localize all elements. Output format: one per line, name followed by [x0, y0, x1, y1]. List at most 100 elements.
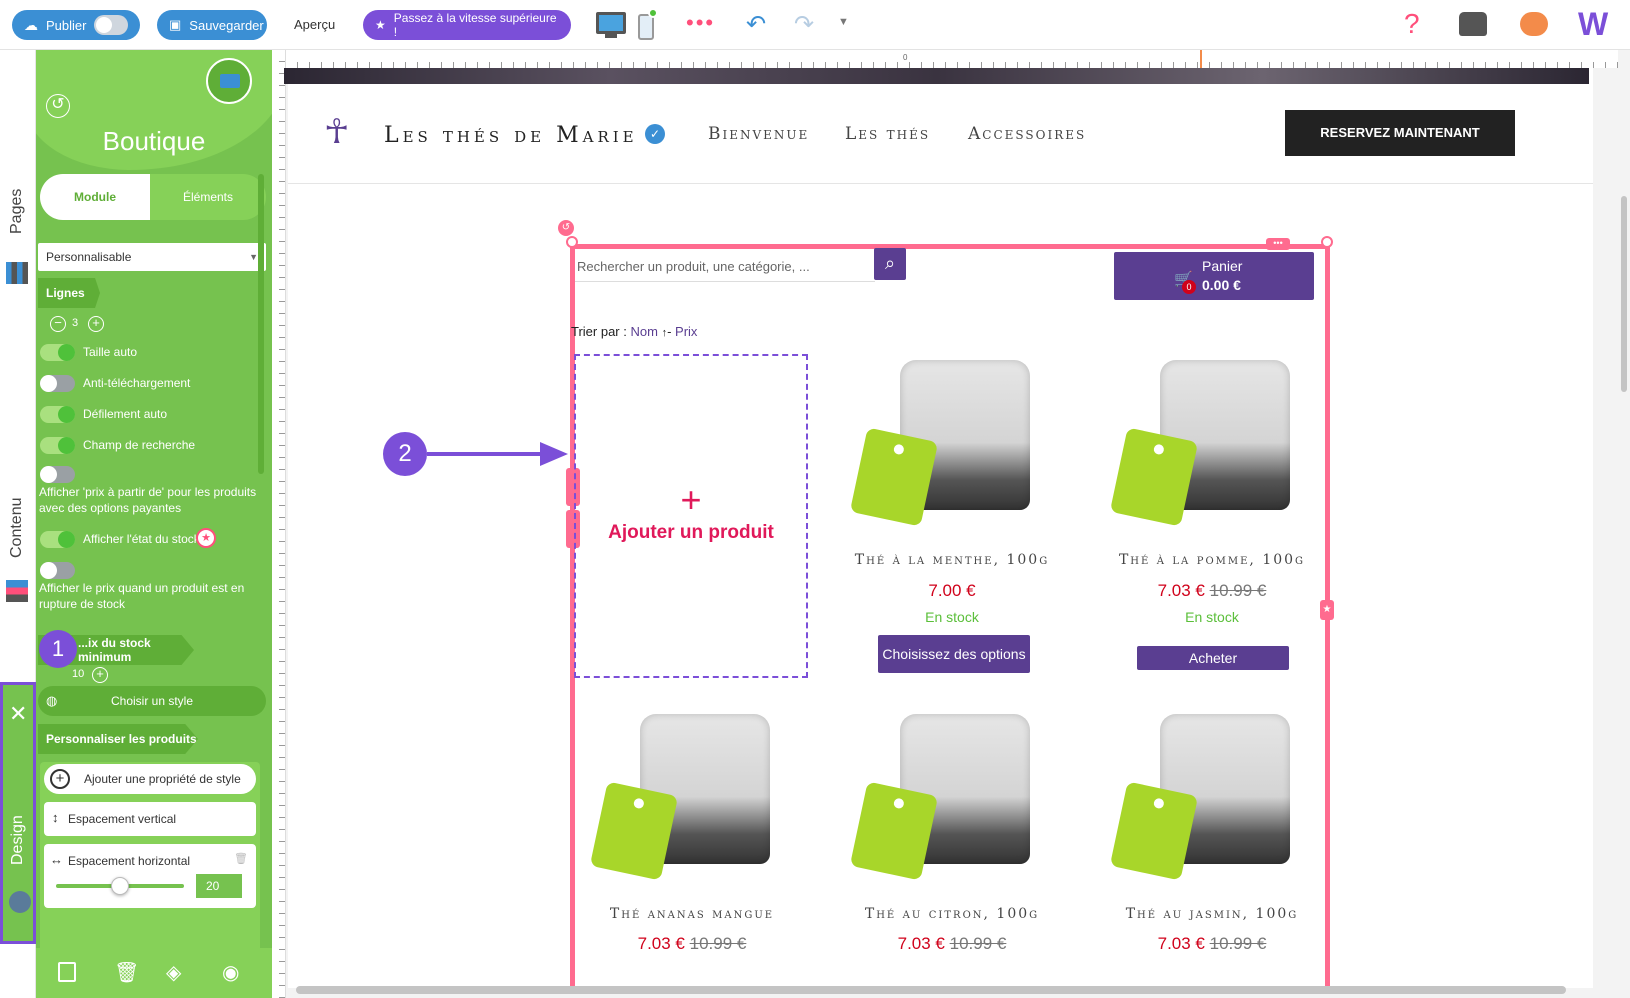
product-title[interactable]: Thé au citron, 100g [852, 906, 1052, 922]
sort-by-price[interactable]: Prix [675, 324, 697, 339]
product-price: 7.03 € [637, 934, 685, 953]
palette-icon [9, 891, 31, 913]
layout-select[interactable]: Personnalisable ▼ [38, 243, 266, 271]
product-image-apple[interactable] [1109, 354, 1312, 554]
tab-module[interactable]: Module [40, 174, 150, 220]
selection-frame-top [570, 244, 1330, 249]
cart-count-badge: 0 [1182, 280, 1196, 294]
ruler-marker [1200, 50, 1202, 68]
layers-icon[interactable]: ◈ [166, 960, 181, 985]
frame-handle-tr[interactable] [1321, 236, 1333, 248]
chat-icon[interactable] [1520, 12, 1548, 36]
tea-tag-shape [1109, 781, 1199, 881]
toggle-anti-download-label: Anti-téléchargement [83, 376, 191, 390]
nav-item-accessories[interactable]: Accessoires [968, 124, 1086, 144]
toggle-price-out-of-stock[interactable] [40, 562, 75, 579]
rotate-handle-icon[interactable]: ↺ [558, 220, 574, 236]
duplicate-icon[interactable] [58, 962, 76, 982]
choose-style-button[interactable]: ◍ Choisir un style [38, 686, 266, 716]
rows-increment-icon[interactable]: + [88, 316, 104, 332]
tea-tag-shape [849, 427, 939, 527]
history-dropdown-icon[interactable]: ▼ [838, 16, 849, 28]
horizontal-spacing-value[interactable]: 20 [196, 874, 242, 898]
product-old-price: 10.99 € [1209, 934, 1267, 953]
frame-handle-tl[interactable] [566, 236, 578, 248]
nav-item-welcome[interactable]: Bienvenue [708, 124, 809, 144]
design-tab[interactable]: Design [9, 815, 27, 865]
add-product-tile[interactable]: + Ajouter un produit [574, 354, 808, 678]
design-tab-highlight[interactable]: ✕ Design [0, 682, 36, 944]
pages-tab[interactable]: Pages [8, 189, 26, 234]
desktop-stand-icon [605, 34, 617, 38]
product-title[interactable]: Thé ananas mangue [592, 906, 792, 922]
site-brand[interactable]: Les thés de Marie [384, 123, 638, 148]
module-menu-icon[interactable]: ••• [1266, 238, 1290, 250]
top-toolbar: ☁ Publier ▣ Sauvegarder Aperçu ★ Passez … [0, 0, 1630, 50]
search-icon[interactable]: ⌕ [874, 248, 906, 280]
eye-icon[interactable]: ◉ [222, 960, 239, 985]
publish-button[interactable]: ☁ Publier [12, 10, 140, 40]
choose-options-button[interactable]: Choisissez des options [878, 635, 1030, 673]
horizontal-scrollbar[interactable] [296, 986, 1566, 994]
close-icon[interactable]: ✕ [9, 701, 27, 727]
palette-small-icon: ◍ [46, 693, 58, 708]
panel-title: Boutique [102, 126, 206, 156]
add-style-property-button[interactable]: + Ajouter une propriété de style [44, 764, 256, 794]
stock-min-increment-icon[interactable]: + [92, 667, 108, 683]
product-image-lemon[interactable] [849, 708, 1052, 908]
product-search-input[interactable]: Rechercher un produit, une catégorie, ..… [575, 252, 875, 282]
vertical-spacing-row[interactable]: ↕ Espacement vertical [44, 802, 256, 836]
w-logo-icon[interactable]: W [1578, 6, 1608, 43]
blocks-icon[interactable] [6, 580, 28, 602]
add-circle-icon: + [50, 769, 70, 789]
more-dots-icon[interactable]: ••• [686, 10, 715, 36]
content-tab[interactable]: Contenu [8, 498, 26, 559]
cart-button[interactable]: 🛒 0 Panier 0.00 € [1114, 252, 1314, 300]
panel-scrollbar[interactable] [258, 174, 264, 474]
product-title[interactable]: Thé à la pomme, 100g [1112, 552, 1312, 568]
vertical-spacing-label: Espacement vertical [68, 812, 177, 826]
library-icon[interactable] [6, 262, 28, 284]
undo-icon[interactable]: ↶ [746, 10, 766, 39]
back-icon[interactable]: ↺ [46, 94, 70, 118]
product-price: 7.03 € [1157, 581, 1205, 600]
cart-module-icon [206, 58, 252, 104]
product-image-jasmine[interactable] [1109, 708, 1312, 908]
rows-decrement-icon[interactable]: − [50, 316, 66, 332]
toggle-stock-state[interactable] [40, 531, 75, 548]
favorite-handle-icon[interactable]: ★ [1320, 600, 1334, 620]
save-button[interactable]: ▣ Sauvegarder [157, 10, 267, 40]
redo-icon[interactable]: ↷ [794, 10, 814, 39]
toggle-price-from[interactable] [40, 466, 75, 483]
product-price: 7.03 € [897, 934, 945, 953]
horizontal-spacing-label: Espacement horizontal [68, 854, 191, 868]
upgrade-button[interactable]: ★ Passez à la vitesse supérieure ! [363, 10, 571, 40]
desktop-view-icon[interactable] [596, 12, 626, 34]
toggle-search-field[interactable] [40, 437, 75, 454]
help-icon[interactable]: ? [1404, 8, 1420, 40]
toggle-auto-size[interactable] [40, 344, 75, 361]
binoculars-icon[interactable] [1459, 12, 1487, 36]
slider-thumb[interactable] [111, 877, 129, 895]
nav-item-teas[interactable]: Les thés [845, 124, 930, 144]
tab-elements[interactable]: Éléments [150, 174, 266, 220]
trash-icon[interactable]: 🗑 [114, 960, 139, 985]
product-image-mint[interactable] [849, 354, 1052, 554]
toggle-auto-scroll[interactable] [40, 406, 75, 423]
choose-style-label: Choisir un style [110, 694, 194, 708]
product-stock: En stock [1185, 609, 1239, 625]
delete-property-icon[interactable]: 🗑 [234, 852, 248, 865]
buy-button[interactable]: Acheter [1137, 646, 1289, 670]
publish-toggle[interactable] [94, 15, 128, 35]
annotation-arrow-head [540, 442, 568, 466]
book-now-button[interactable]: RESERVEZ MAINTENANT [1285, 110, 1515, 156]
sort-by-name[interactable]: Nom [630, 324, 657, 339]
tea-tag-shape [1109, 427, 1199, 527]
product-image-pineapple[interactable] [589, 708, 792, 908]
product-title[interactable]: Thé au jasmin, 100g [1112, 906, 1312, 922]
vertical-scrollbar[interactable] [1621, 196, 1627, 392]
product-old-price: 10.99 € [1209, 581, 1267, 600]
preview-link[interactable]: Aperçu [294, 17, 335, 32]
product-title[interactable]: Thé à la menthe, 100g [852, 552, 1052, 568]
toggle-anti-download[interactable] [40, 375, 75, 392]
